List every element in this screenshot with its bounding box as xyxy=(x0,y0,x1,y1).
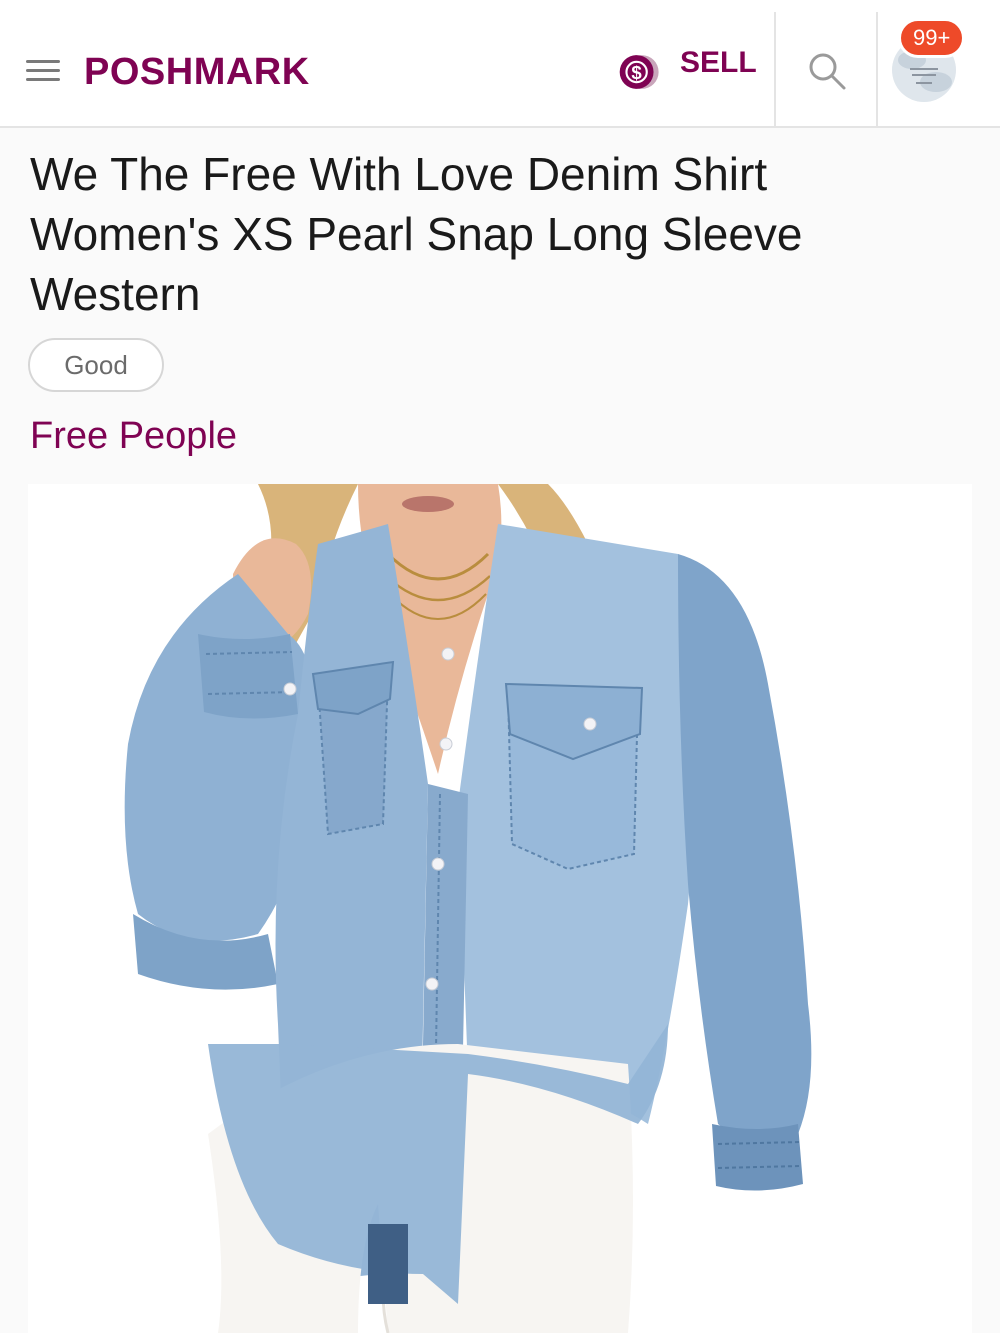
dollar-coin-icon: $ xyxy=(619,55,659,89)
listing-title: We The Free With Love Denim Shirt Women'… xyxy=(30,148,803,320)
poshmark-logo[interactable]: POSHMARK xyxy=(84,50,310,94)
notification-badge[interactable]: 99+ xyxy=(898,18,966,58)
search-icon[interactable] xyxy=(806,50,848,92)
nav-divider xyxy=(774,12,776,128)
brand-link[interactable]: Free People xyxy=(30,412,237,460)
hamburger-menu-icon[interactable] xyxy=(26,58,60,84)
product-photo-denim-shirt xyxy=(28,484,972,1333)
top-nav-bar: POSHMARK $ SELL 99+ xyxy=(0,0,1000,128)
nav-divider xyxy=(876,12,878,128)
condition-tag: Good xyxy=(28,338,164,392)
listing-page: POSHMARK $ SELL 99+ We The Free With Lov… xyxy=(0,0,1000,1333)
product-photo[interactable] xyxy=(28,484,972,1333)
sell-label: SELL xyxy=(680,46,757,79)
svg-text:$: $ xyxy=(631,62,642,83)
